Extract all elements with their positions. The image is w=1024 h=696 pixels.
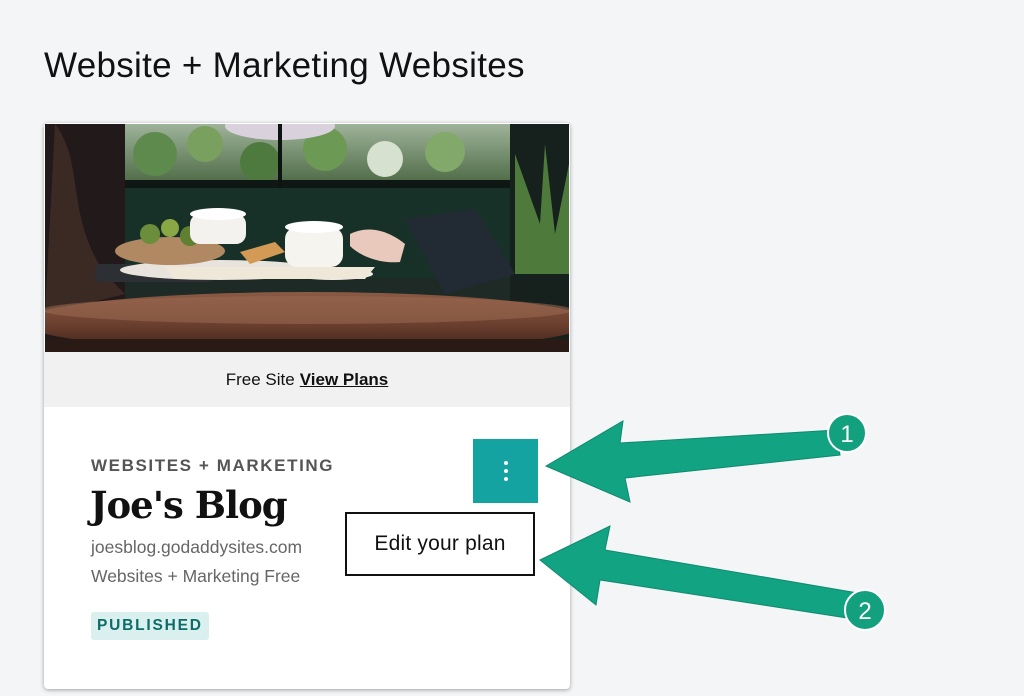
site-plan: Websites + Marketing Free <box>91 566 301 586</box>
site-card[interactable]: Free Site View Plans WEBSITES + MARKETIN… <box>44 123 570 689</box>
page-title: Website + Marketing Websites <box>44 46 525 85</box>
callout-badge-2 <box>844 589 886 631</box>
callout-arrow-2 <box>539 525 859 620</box>
product-label: WEBSITES + MARKETING <box>91 456 335 475</box>
callout-number-2: 2 <box>858 598 871 625</box>
callout-number-1: 1 <box>840 421 853 448</box>
view-plans-link[interactable]: View Plans <box>300 370 389 390</box>
site-name: Joe's Blog <box>90 483 288 527</box>
site-options-menu: Edit your plan <box>345 512 535 576</box>
kebab-menu-icon <box>503 461 508 481</box>
edit-plan-menu-item[interactable]: Edit your plan <box>374 532 505 556</box>
plan-strip: Free Site View Plans <box>44 352 570 407</box>
callout-arrow-1 <box>544 420 841 503</box>
site-options-button[interactable] <box>473 439 538 503</box>
site-hero-image <box>45 124 569 352</box>
callout-badge-1 <box>827 413 867 453</box>
status-badge: PUBLISHED <box>91 612 209 640</box>
site-domain: joesblog.godaddysites.com <box>91 537 303 557</box>
plan-strip-text: Free Site <box>225 369 295 389</box>
